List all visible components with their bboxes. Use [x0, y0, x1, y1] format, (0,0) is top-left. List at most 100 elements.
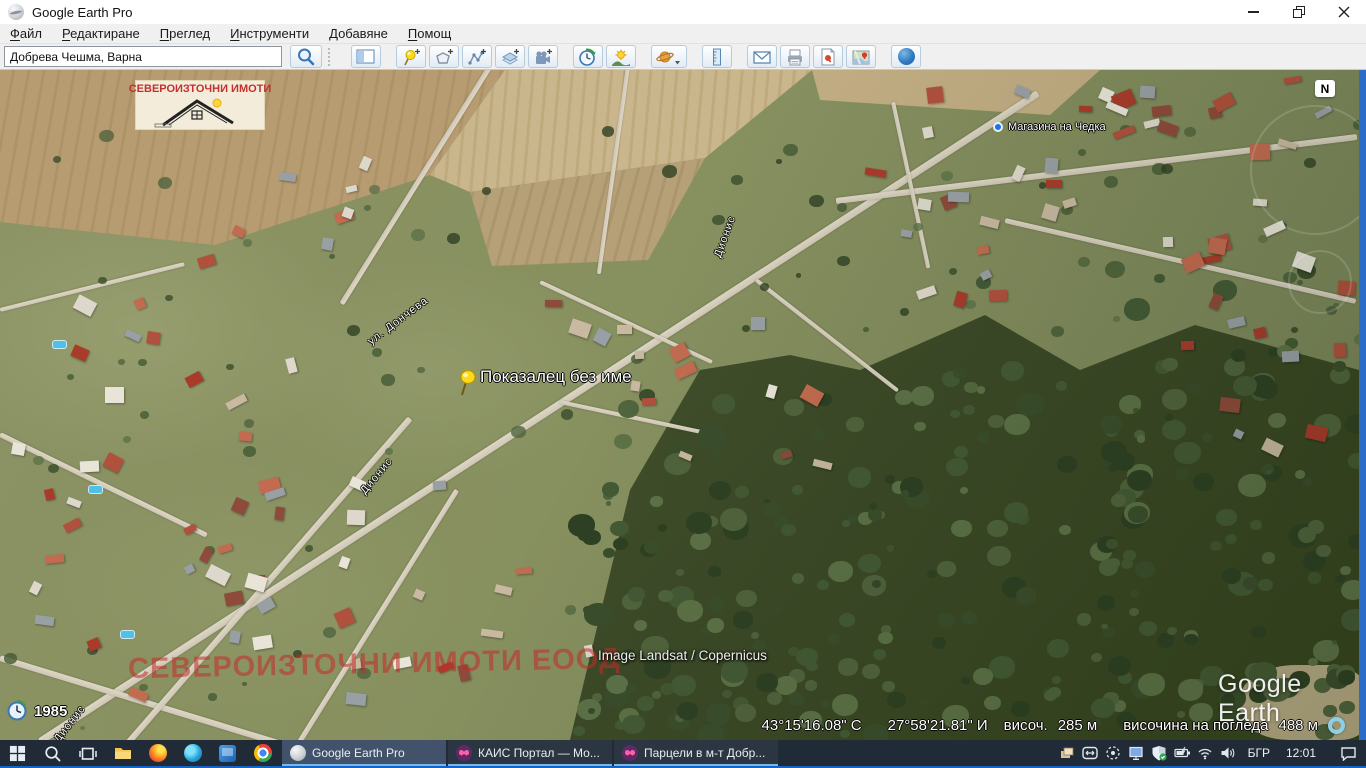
map-texture [961, 611, 977, 625]
search-input[interactable] [4, 46, 282, 67]
battery-tray-button[interactable] [1171, 740, 1194, 766]
poi-marker-icon[interactable] [993, 122, 1003, 132]
map-texture [776, 159, 781, 163]
wifi-tray-button[interactable] [1194, 740, 1217, 766]
map-texture [208, 693, 216, 700]
status-latitude: 43°15'16.08" С [762, 717, 862, 734]
volume-icon [1220, 745, 1236, 761]
map-texture [1262, 552, 1275, 563]
map-texture [977, 245, 990, 255]
map-texture [70, 345, 90, 363]
taskbar-search-button[interactable] [35, 740, 70, 766]
poi-label[interactable]: Магазина на Чедка [1008, 121, 1106, 133]
tray-app-button[interactable] [1056, 740, 1079, 766]
planets-icon [656, 48, 682, 66]
menu-add[interactable]: Добавяне [319, 24, 398, 44]
map-texture [432, 480, 445, 490]
history-imagery-chip[interactable]: 1985 [6, 700, 67, 722]
menu-view[interactable]: Преглед [150, 24, 220, 44]
map-texture [792, 485, 804, 495]
map-texture [33, 456, 44, 465]
menu-tools[interactable]: Инструменти [220, 24, 319, 44]
map-texture [1162, 358, 1177, 371]
volume-tray-button[interactable] [1217, 740, 1240, 766]
restore-button[interactable] [1276, 0, 1321, 24]
historical-imagery-button[interactable] [573, 45, 603, 68]
planets-button[interactable] [651, 45, 687, 68]
map-texture [0, 432, 208, 537]
file-explorer-button[interactable] [105, 740, 140, 766]
map-viewport[interactable]: СЕВЕРОИЗТОЧНИ ИМОТИ N Магазина на Чедка … [0, 70, 1359, 740]
ruler-button[interactable] [702, 45, 732, 68]
placemark-label[interactable]: Показалец без име [480, 367, 632, 387]
email-button[interactable] [747, 45, 777, 68]
map-texture [837, 203, 847, 212]
add-polygon-button[interactable] [429, 45, 459, 68]
add-image-overlay-button[interactable] [495, 45, 525, 68]
file-explorer-icon [114, 745, 132, 761]
map-texture [773, 605, 782, 612]
email-icon [752, 48, 772, 66]
map-texture [628, 587, 645, 601]
record-tour-button[interactable] [528, 45, 558, 68]
earth-globe-button[interactable] [891, 45, 921, 68]
task-view-button[interactable] [70, 740, 105, 766]
map-texture [274, 506, 284, 520]
map-texture [1113, 316, 1119, 322]
taskbar-window-parcels[interactable]: Парцели в м-т Добр... [614, 740, 778, 766]
status-eye-alt-label: височина на погледа [1123, 717, 1268, 734]
mail-app-button[interactable] [210, 740, 245, 766]
map-texture [1202, 433, 1213, 442]
map-texture [613, 538, 627, 550]
language-indicator[interactable]: БГР [1240, 740, 1278, 766]
close-button[interactable] [1321, 0, 1366, 24]
menu-help[interactable]: Помощ [398, 24, 461, 44]
start-button[interactable] [0, 740, 35, 766]
minimize-button[interactable] [1231, 0, 1276, 24]
map-texture [1011, 701, 1030, 717]
chrome-button[interactable] [245, 740, 280, 766]
placemark-pushpin-icon[interactable] [455, 367, 479, 397]
status-bar: 43°15'16.08" С 27°58'21.81" И височ. 285… [762, 717, 1345, 734]
navigation-ring[interactable] [1250, 105, 1359, 235]
capture-tray-button[interactable] [1102, 740, 1125, 766]
clock[interactable]: 12:01 [1278, 740, 1324, 766]
map-texture [1111, 494, 1126, 507]
display-tray-button[interactable] [1125, 740, 1148, 766]
taskbar-window-kais-portal[interactable]: КАИС Портал — Мо... [448, 740, 612, 766]
firefox-button[interactable] [140, 740, 175, 766]
map-texture [920, 699, 927, 705]
menu-view-label: Преглед [160, 26, 210, 41]
map-texture [764, 499, 769, 503]
map-texture [735, 704, 756, 722]
google-earth-logo-icon [8, 4, 24, 20]
map-texture [630, 380, 641, 391]
search-button[interactable] [290, 45, 322, 68]
toggle-sidebar-button[interactable] [351, 45, 381, 68]
ruler-icon [707, 48, 727, 66]
view-in-maps-button[interactable] [846, 45, 876, 68]
map-texture [1303, 478, 1313, 486]
mail-app-icon [219, 745, 236, 762]
map-texture [988, 415, 1003, 428]
map-texture [885, 475, 895, 484]
menu-edit[interactable]: Редактиране [52, 24, 150, 44]
compass-north-badge[interactable]: N [1315, 80, 1335, 97]
add-placemark-button[interactable] [396, 45, 426, 68]
map-texture [626, 684, 637, 693]
map-texture [1112, 125, 1135, 139]
map-texture [1154, 274, 1164, 283]
map-texture [1163, 237, 1173, 248]
taskbar-window-google-earth[interactable]: Google Earth Pro [282, 740, 446, 766]
print-button[interactable] [780, 45, 810, 68]
save-image-button[interactable] [813, 45, 843, 68]
teamviewer-tray-button[interactable] [1079, 740, 1102, 766]
map-texture [229, 630, 241, 644]
add-path-button[interactable] [462, 45, 492, 68]
action-center-button[interactable] [1330, 740, 1366, 766]
sunlight-button[interactable] [606, 45, 636, 68]
navigation-ring[interactable] [1288, 250, 1352, 314]
security-tray-button[interactable] [1148, 740, 1171, 766]
edge-button[interactable] [175, 740, 210, 766]
menu-file[interactable]: Файл [0, 24, 52, 44]
